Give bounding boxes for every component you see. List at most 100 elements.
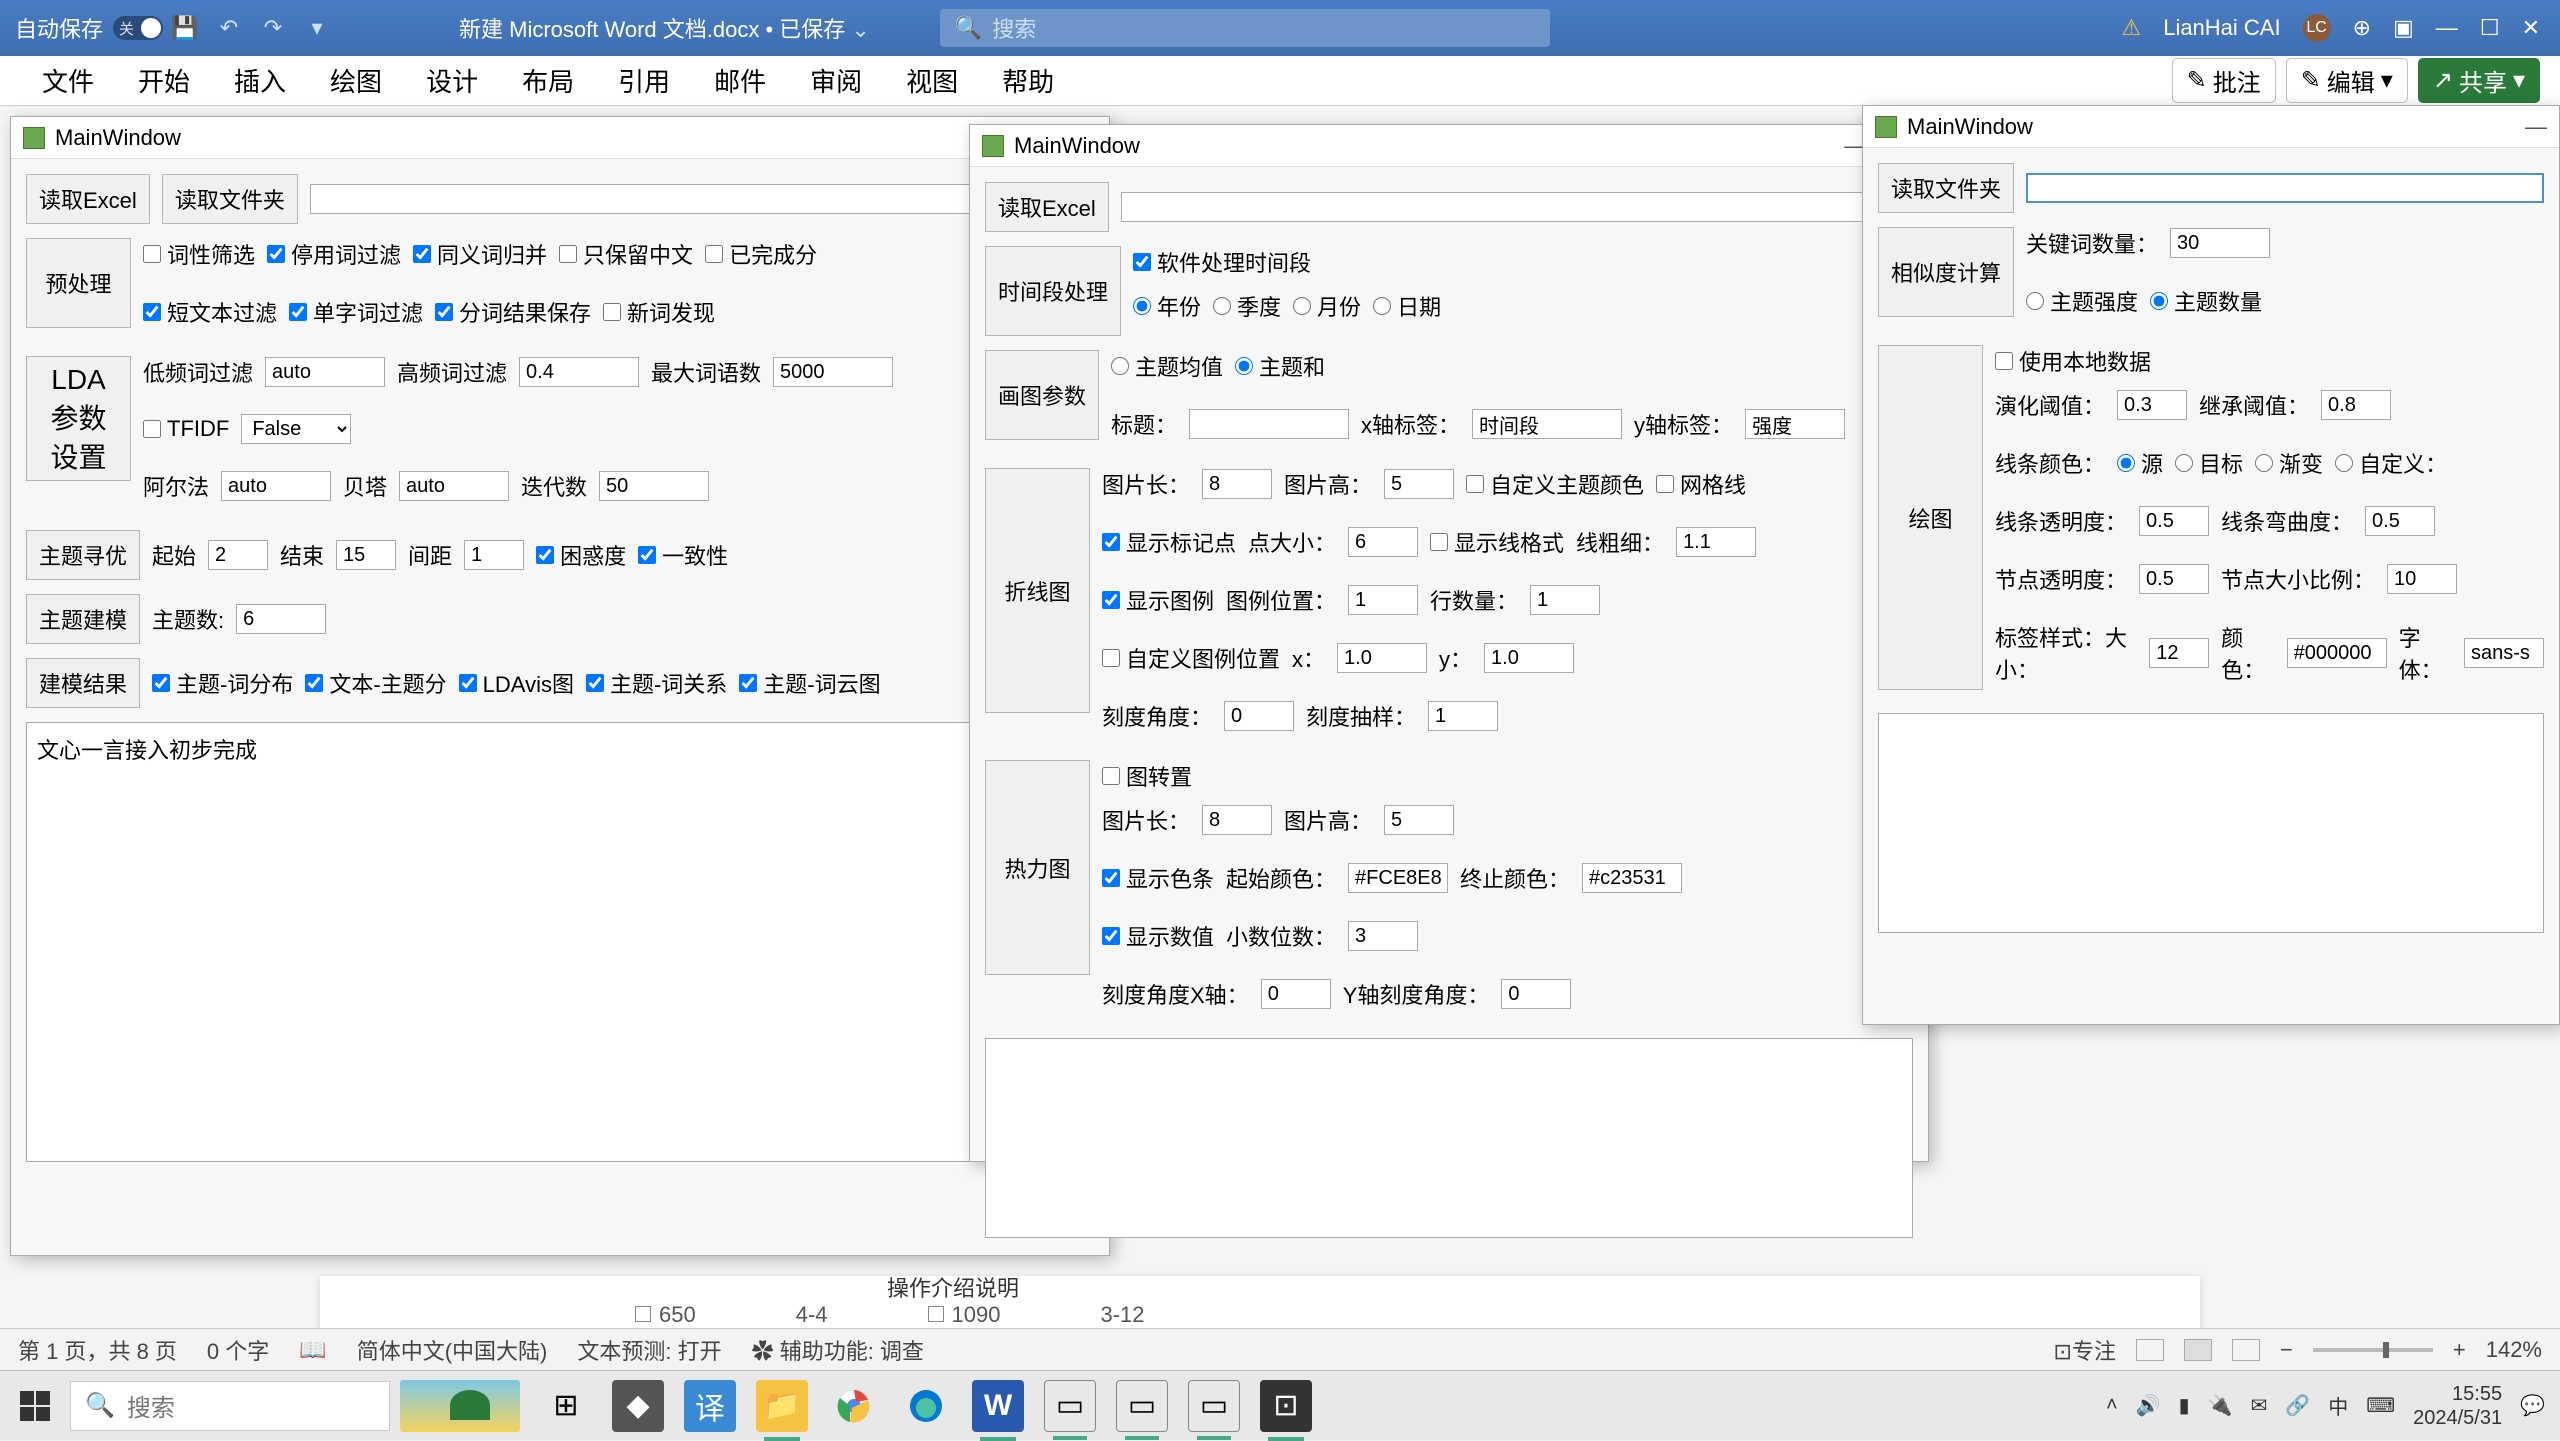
maximize-icon[interactable]: ☐ [2480, 15, 2500, 41]
ck-grid[interactable]: 网格线 [1656, 468, 1746, 500]
iter-input[interactable] [599, 471, 709, 501]
ck-marker[interactable]: 显示标记点 [1102, 526, 1236, 558]
row-count-input[interactable] [1530, 585, 1600, 615]
heatmap-button[interactable]: 热力图 [985, 760, 1090, 975]
app-icon-1[interactable]: ◆ [612, 1380, 664, 1432]
page-indicator[interactable]: 第 1 页，共 8 页 [18, 1334, 177, 1366]
ck-perplexity[interactable]: 困惑度 [536, 539, 626, 571]
redo-icon[interactable]: ↷ [259, 14, 287, 42]
edge-icon[interactable] [900, 1380, 952, 1432]
word-icon[interactable]: W [972, 1380, 1024, 1432]
text-predict[interactable]: 文本预测: 打开 [577, 1334, 721, 1366]
tray-keyboard-icon[interactable]: ⌨ [2366, 1393, 2395, 1418]
decimals-input[interactable] [1348, 921, 1418, 951]
label-color-input[interactable] [2287, 638, 2387, 668]
autosave-toggle[interactable]: 自动保存 关 [15, 12, 163, 44]
window-icon-1[interactable]: ▭ [1044, 1380, 1096, 1432]
view-print-icon[interactable] [2184, 1339, 2212, 1361]
window-icon-2[interactable]: ▭ [1116, 1380, 1168, 1432]
start-button[interactable] [0, 1371, 70, 1441]
explorer-icon[interactable]: 📁 [756, 1380, 808, 1432]
tray-volume-icon[interactable]: 🔊 [2136, 1393, 2161, 1418]
topic-optimize-button[interactable]: 主题寻优 [26, 530, 140, 580]
app-icon-2[interactable]: ⊡ [1260, 1380, 1312, 1432]
node-opacity-input[interactable] [2139, 564, 2209, 594]
user-avatar[interactable]: LC [2303, 14, 2331, 42]
tray-mail-icon[interactable]: ✉ [2251, 1393, 2268, 1418]
focus-mode[interactable]: ⊡专注 [2054, 1334, 2116, 1366]
time-proc-button[interactable]: 时间段处理 [985, 246, 1121, 336]
ck-legend[interactable]: 显示图例 [1102, 584, 1214, 616]
ck-pos[interactable]: 词性筛选 [143, 238, 255, 270]
tfidf-select[interactable]: False [241, 414, 351, 444]
xlabel-input[interactable] [1472, 409, 1622, 439]
alpha-input[interactable] [221, 471, 331, 501]
ck-coherence[interactable]: 一致性 [638, 539, 728, 571]
dlg2-titlebar[interactable]: MainWindow — ☐ [970, 125, 1928, 167]
legend-x-input[interactable] [1337, 643, 1427, 673]
notifications-icon[interactable]: 💬 [2520, 1393, 2545, 1418]
rd-quarter[interactable]: 季度 [1213, 290, 1281, 322]
legend-y-input[interactable] [1484, 643, 1574, 673]
window-layout-icon[interactable]: ▣ [2393, 15, 2414, 41]
ck-topic-word[interactable]: 主题-词分布 [152, 667, 293, 699]
chart-params-button[interactable]: 画图参数 [985, 350, 1099, 440]
tray-usb-icon[interactable]: 🔌 [2208, 1393, 2233, 1418]
tab-draw[interactable]: 绘图 [308, 56, 404, 105]
lda-params-button[interactable]: LDA 参数 设置 [26, 356, 131, 481]
username[interactable]: LianHai CAI [2163, 15, 2280, 41]
fig-w-input[interactable] [1202, 469, 1272, 499]
marker-size-input[interactable] [1348, 527, 1418, 557]
spellcheck-icon[interactable]: 📖 [299, 1337, 326, 1363]
line-width-input[interactable] [1676, 527, 1756, 557]
step-input[interactable] [464, 540, 524, 570]
ck-custom-color[interactable]: 自定义主题颜色 [1466, 468, 1644, 500]
ck-ldavis[interactable]: LDAvis图 [459, 667, 574, 699]
start-color-input[interactable] [1348, 863, 1448, 893]
rd-grad[interactable]: 渐变 [2255, 447, 2323, 479]
rd-count[interactable]: 主题数量 [2150, 285, 2262, 317]
language[interactable]: 简体中文(中国大陆) [357, 1334, 548, 1366]
rd-custom[interactable]: 自定义： [2335, 447, 2447, 479]
rd-year[interactable]: 年份 [1133, 290, 1201, 322]
accessibility[interactable]: ✿ 辅助功能: 调查 [752, 1334, 924, 1366]
translator-icon[interactable]: 译 [684, 1380, 736, 1432]
keyword-count-input[interactable] [2170, 228, 2270, 258]
tab-layout[interactable]: 布局 [500, 56, 596, 105]
taskview-icon[interactable]: ⊞ [540, 1380, 592, 1432]
tab-review[interactable]: 审阅 [788, 56, 884, 105]
chrome-icon[interactable] [828, 1380, 880, 1432]
label-font-input[interactable] [2464, 638, 2544, 668]
hm-h-input[interactable] [1384, 805, 1454, 835]
rd-avg[interactable]: 主题均值 [1111, 350, 1223, 382]
path-input-3[interactable] [2026, 173, 2544, 203]
model-result-button[interactable]: 建模结果 [26, 658, 140, 708]
tab-view[interactable]: 视图 [884, 56, 980, 105]
rd-strength[interactable]: 主题强度 [2026, 285, 2138, 317]
tick-sample-input[interactable] [1428, 701, 1498, 731]
tab-references[interactable]: 引用 [596, 56, 692, 105]
x-tick-angle-input[interactable] [1261, 979, 1331, 1009]
read-excel-button-2[interactable]: 读取Excel [985, 182, 1109, 232]
ck-synonym[interactable]: 同义词归并 [413, 238, 547, 270]
window-icon-3[interactable]: ▭ [1188, 1380, 1240, 1432]
tray-chevron-icon[interactable]: ˄ [2106, 1394, 2118, 1417]
clock[interactable]: 15:55 2024/5/31 [2413, 1382, 2502, 1430]
comments-button[interactable]: ✎ 批注 [2172, 58, 2276, 103]
ck-stopwords[interactable]: 停用词过滤 [267, 238, 401, 270]
beta-input[interactable] [399, 471, 509, 501]
tick-angle-input[interactable] [1224, 701, 1294, 731]
sim-calc-button[interactable]: 相似度计算 [1878, 227, 2014, 317]
ck-tfidf[interactable]: TFIDF [143, 416, 229, 442]
view-read-icon[interactable] [2136, 1339, 2164, 1361]
tab-file[interactable]: 文件 [20, 56, 116, 105]
tab-home[interactable]: 开始 [116, 56, 212, 105]
globe-icon[interactable]: ⊕ [2353, 15, 2371, 41]
ck-colorbar[interactable]: 显示色条 [1102, 862, 1214, 894]
draw-button[interactable]: 绘图 [1878, 345, 1983, 690]
minimize-icon[interactable]: — [2436, 15, 2458, 41]
qat-dropdown-icon[interactable]: ▾ [303, 14, 331, 42]
tab-mailings[interactable]: 邮件 [692, 56, 788, 105]
topic-count-input[interactable] [236, 604, 326, 634]
ck-linestyle[interactable]: 显示线格式 [1430, 526, 1564, 558]
